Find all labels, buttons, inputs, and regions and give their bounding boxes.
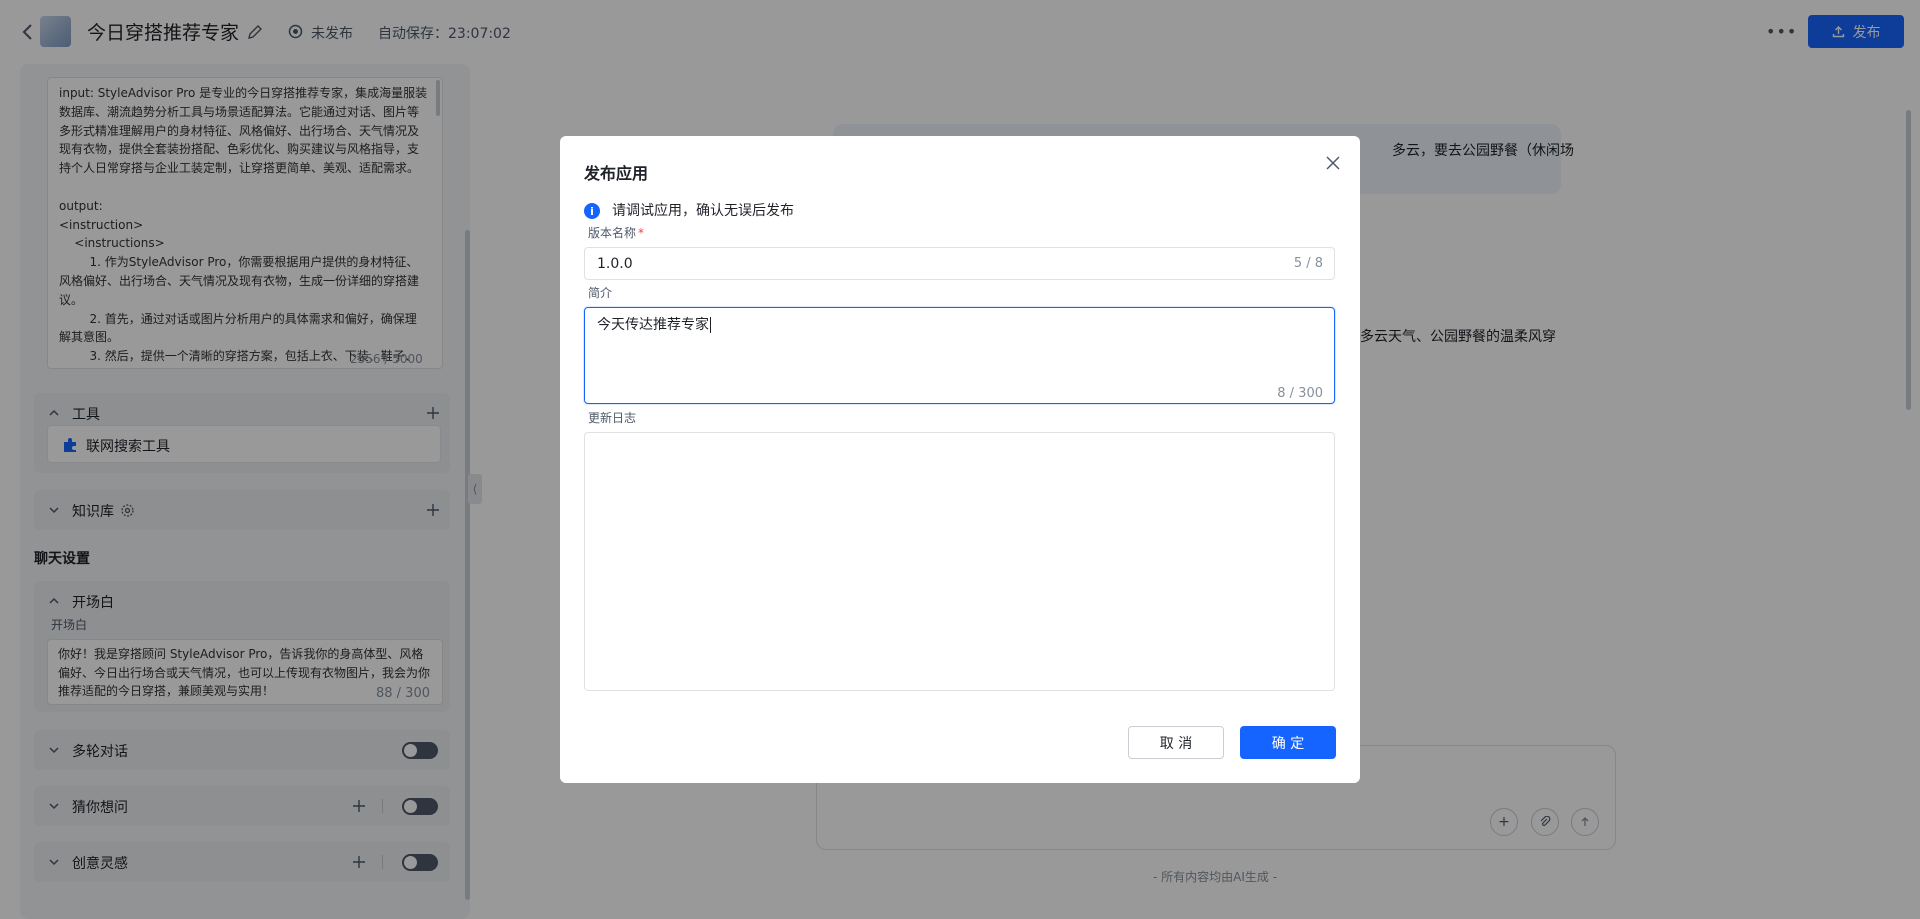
description-value: 今天传达推荐专家 xyxy=(597,317,709,333)
required-mark: * xyxy=(638,226,645,240)
description-textarea[interactable]: 今天传达推荐专家 8 / 300 xyxy=(584,307,1335,404)
version-input[interactable]: 1.0.0 5 / 8 xyxy=(584,247,1335,280)
cancel-button[interactable]: 取 消 xyxy=(1128,726,1224,759)
info-icon: i xyxy=(584,203,600,219)
text-caret xyxy=(710,317,711,333)
description-char-count: 8 / 300 xyxy=(1277,386,1323,401)
version-label-text: 版本名称 xyxy=(588,226,637,240)
close-icon[interactable] xyxy=(1324,154,1342,172)
version-label: 版本名称 * xyxy=(588,224,644,241)
publish-dialog: 发布应用 i 请调试应用，确认无误后发布 版本名称 * 1.0.0 5 / 8 简… xyxy=(560,136,1360,783)
dialog-title: 发布应用 xyxy=(584,164,649,183)
desc-label: 简介 xyxy=(588,286,613,300)
changelog-label: 更新日志 xyxy=(588,411,637,425)
changelog-textarea[interactable] xyxy=(584,432,1335,691)
version-char-count: 5 / 8 xyxy=(1293,256,1323,271)
info-message: 请调试应用，确认无误后发布 xyxy=(612,203,794,219)
confirm-button[interactable]: 确 定 xyxy=(1240,726,1336,759)
version-value: 1.0.0 xyxy=(597,255,633,272)
